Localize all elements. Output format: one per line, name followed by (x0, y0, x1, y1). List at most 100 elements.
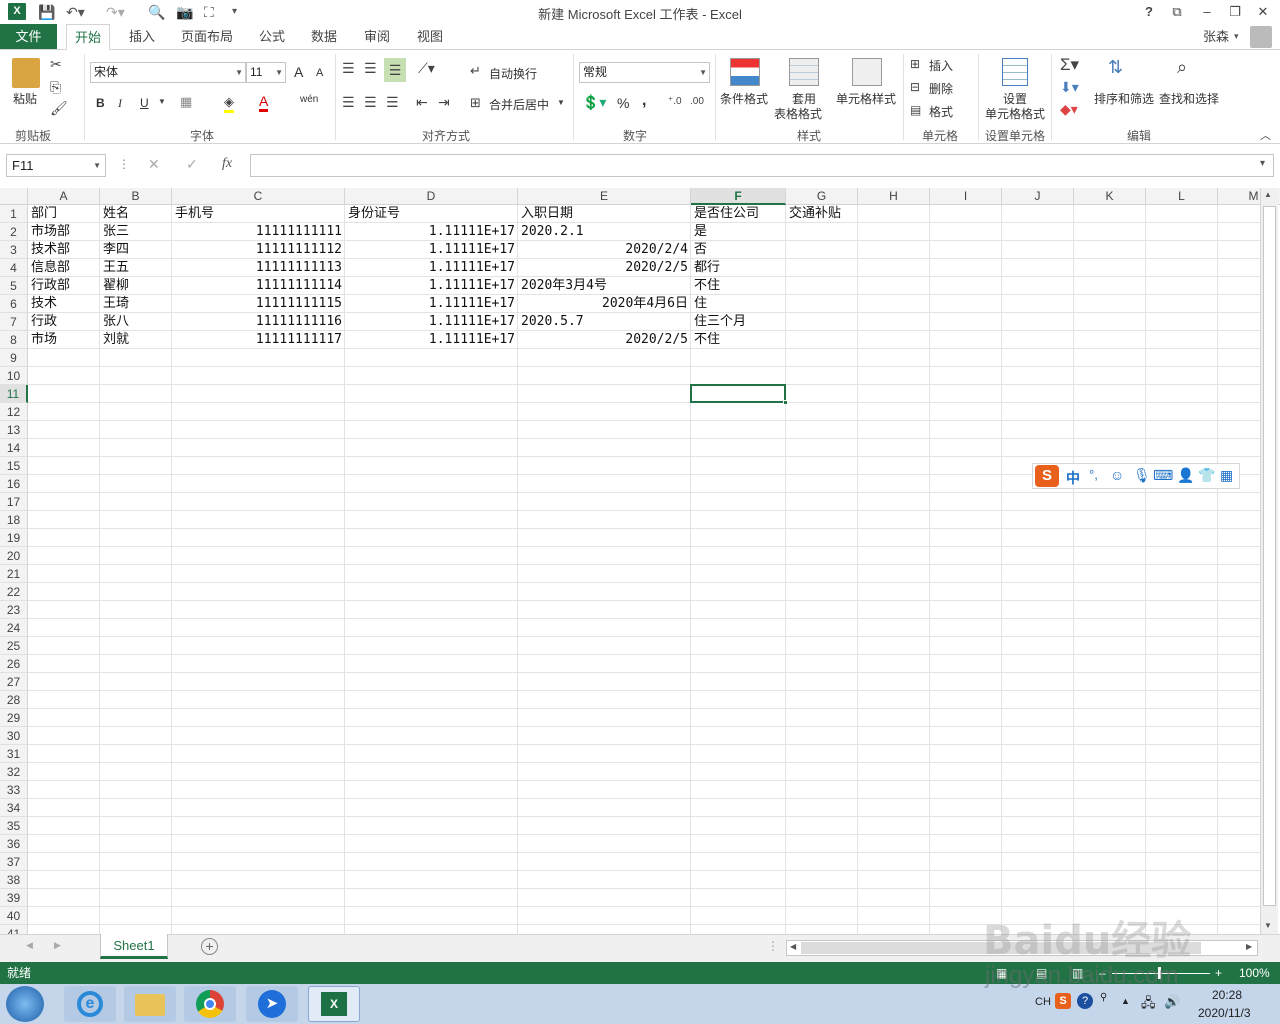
sort-filter-icon[interactable]: ⇅ (1108, 57, 1123, 78)
help-button[interactable]: ? (1138, 2, 1160, 22)
file-explorer-icon[interactable] (124, 986, 176, 1022)
underline-button[interactable]: U (140, 96, 149, 110)
excel-taskbar-icon[interactable]: X (308, 986, 360, 1022)
tab-file[interactable]: 文件 (0, 24, 57, 49)
cell[interactable]: 2020/2/5 (518, 331, 688, 349)
cell[interactable]: 11111111115 (172, 295, 342, 313)
cell[interactable]: 1.11111E+17 (345, 295, 515, 313)
paste-icon[interactable] (12, 58, 40, 88)
row-header-13[interactable]: 13 (0, 421, 28, 439)
cell[interactable]: 11111111116 (172, 313, 342, 331)
fill-icon[interactable]: ⬇▾ (1060, 79, 1079, 96)
cell[interactable]: 1.11111E+17 (345, 241, 515, 259)
cell[interactable]: 不住 (694, 277, 720, 295)
cell[interactable]: 11111111111 (172, 223, 342, 241)
copy-icon[interactable]: ⎘ (50, 79, 61, 96)
scroll-left-icon[interactable]: ◀ (790, 942, 796, 951)
cell-styles-button[interactable]: 单元格样式 (836, 90, 896, 107)
insert-cells-button[interactable]: 插入 (929, 57, 953, 74)
row-header-33[interactable]: 33 (0, 781, 28, 799)
cell[interactable]: 信息部 (31, 259, 70, 277)
row-header-41[interactable]: 41 (0, 925, 28, 934)
feishu-icon[interactable]: ➤ (246, 986, 298, 1022)
cell[interactable]: 1.11111E+17 (345, 313, 515, 331)
row-header-19[interactable]: 19 (0, 529, 28, 547)
cell[interactable]: 入职日期 (521, 205, 573, 223)
autosum-icon[interactable]: Σ▾ (1060, 55, 1079, 75)
merge-center-button[interactable]: 合并后居中 (489, 96, 549, 113)
toolbox-icon[interactable]: ▦ (1220, 467, 1233, 484)
conditional-format-button[interactable]: 条件格式 (720, 90, 768, 107)
tab-home[interactable]: 开始 (66, 24, 111, 50)
cell[interactable]: 2020/2/5 (518, 259, 688, 277)
font-name-combo[interactable]: 宋体 ▼ (90, 62, 246, 83)
grow-font-button[interactable]: A (294, 64, 303, 80)
conditional-format-icon[interactable] (730, 58, 760, 86)
splitter-icon[interactable]: ⋮ (767, 939, 779, 953)
format-cells-button[interactable]: 格式 (929, 103, 953, 120)
row-header-5[interactable]: 5 (0, 277, 28, 295)
cell[interactable]: 技术部 (31, 241, 70, 259)
user-dropdown-icon[interactable]: ▾ (1234, 31, 1239, 42)
format-as-table-l2[interactable]: 表格格式 (774, 105, 822, 122)
clock-date[interactable]: 2020/11/3 (1198, 1006, 1251, 1020)
row-header-38[interactable]: 38 (0, 871, 28, 889)
clock-time[interactable]: 20:28 (1212, 988, 1242, 1002)
show-hidden-icons-icon[interactable]: ▲ (1121, 996, 1130, 1006)
cell[interactable]: 技术 (31, 295, 57, 313)
align-bottom-icon[interactable]: ☰ (384, 58, 406, 82)
tray-options-icon[interactable]: ⚲ (1100, 992, 1107, 1003)
cell[interactable]: 是否住公司 (694, 205, 759, 223)
row-header-6[interactable]: 6 (0, 295, 28, 313)
increase-indent-icon[interactable]: ⇥ (438, 94, 450, 111)
cell[interactable]: 部门 (31, 205, 57, 223)
cell[interactable]: 张八 (103, 313, 129, 331)
row-header-18[interactable]: 18 (0, 511, 28, 529)
selected-cell-f11[interactable] (690, 384, 786, 403)
cell[interactable]: 11111111113 (172, 259, 342, 277)
cell[interactable]: 住三个月 (694, 313, 746, 331)
orientation-icon[interactable]: ⟋▾ (418, 60, 435, 77)
avatar[interactable] (1250, 26, 1272, 48)
cell[interactable]: 张三 (103, 223, 129, 241)
delete-cells-button[interactable]: 删除 (929, 80, 953, 97)
cell[interactable]: 1.11111E+17 (345, 259, 515, 277)
user-icon[interactable]: 👤 (1177, 467, 1194, 484)
row-header-26[interactable]: 26 (0, 655, 28, 673)
column-header-e[interactable]: E (518, 188, 691, 205)
row-header-3[interactable]: 3 (0, 241, 28, 259)
percent-button[interactable]: % (617, 95, 629, 111)
volume-icon[interactable]: 🔊 (1164, 994, 1180, 1010)
zoom-level[interactable]: 100% (1239, 962, 1270, 984)
help-tray-icon[interactable]: ? (1077, 993, 1093, 1009)
cell[interactable]: 2020/2/4 (518, 241, 688, 259)
format-dialog-icon[interactable] (1002, 58, 1028, 86)
ribbon-display-icon[interactable]: ⧉ (1166, 2, 1188, 22)
expand-formula-icon[interactable]: ▾ (1260, 158, 1265, 169)
align-center-icon[interactable]: ☰ (364, 94, 377, 111)
cell[interactable]: 2020.5.7 (521, 313, 584, 331)
skin-icon[interactable]: 👕 (1198, 467, 1215, 484)
row-header-7[interactable]: 7 (0, 313, 28, 331)
cell[interactable]: 住 (694, 295, 707, 313)
format-painter-icon[interactable]: 🖌 (50, 100, 68, 117)
align-left-icon[interactable]: ☰ (342, 94, 355, 111)
row-header-17[interactable]: 17 (0, 493, 28, 511)
tab-insert[interactable]: 插入 (129, 24, 155, 49)
row-header-23[interactable]: 23 (0, 601, 28, 619)
tab-data[interactable]: 数据 (311, 24, 337, 49)
column-header-i[interactable]: I (930, 188, 1002, 205)
increase-decimal-icon[interactable]: ⁺.0 (668, 96, 682, 107)
emoji-icon[interactable]: ☺ (1110, 467, 1124, 483)
row-header-21[interactable]: 21 (0, 565, 28, 583)
add-sheet-icon[interactable]: + (201, 938, 218, 955)
row-header-27[interactable]: 27 (0, 673, 28, 691)
row-header-20[interactable]: 20 (0, 547, 28, 565)
select-all-corner[interactable] (0, 188, 28, 205)
cell[interactable]: 手机号 (175, 205, 214, 223)
find-select-button[interactable]: 查找和选择 (1159, 90, 1219, 107)
find-select-icon[interactable]: ⌕ (1177, 57, 1187, 78)
cell[interactable]: 否 (694, 241, 707, 259)
cell[interactable]: 行政 (31, 313, 57, 331)
decrease-decimal-icon[interactable]: .00 (690, 96, 704, 107)
